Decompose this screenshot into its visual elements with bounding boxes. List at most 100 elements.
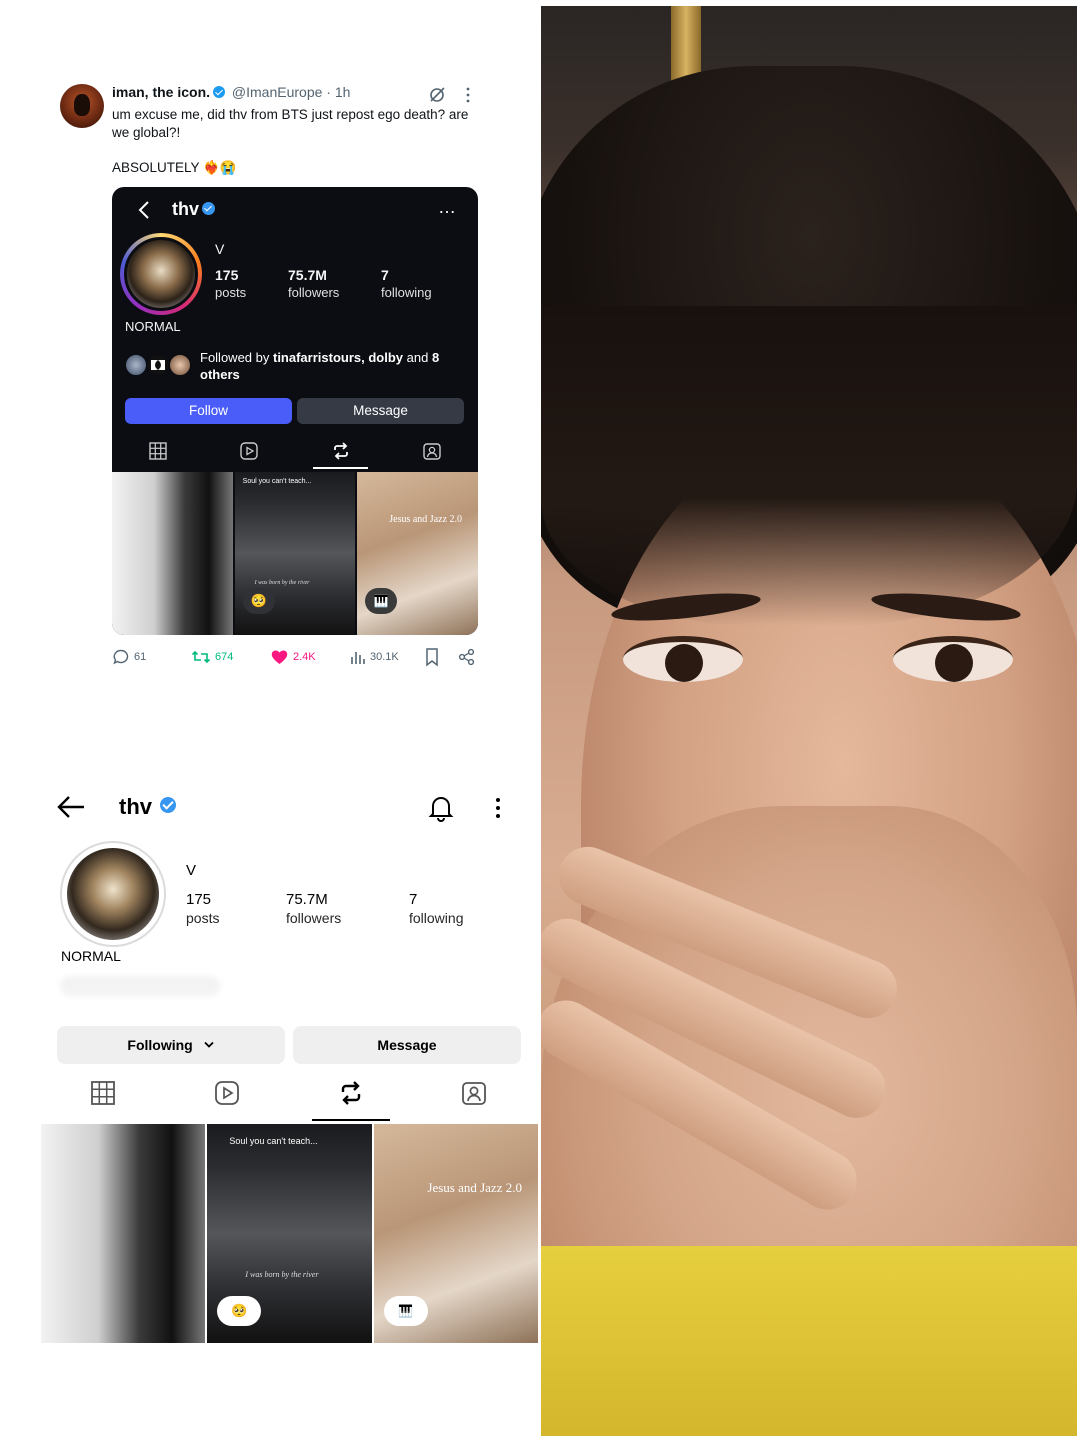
- tagged-icon: [423, 443, 441, 460]
- verified-badge-icon: [160, 797, 176, 813]
- bell-icon[interactable]: [428, 794, 454, 822]
- following-dropdown-button[interactable]: Following: [57, 1026, 285, 1064]
- piano-bubble: 🎹: [383, 1296, 428, 1326]
- tweet-header: iman, the icon. @ImanEurope · 1h: [112, 84, 350, 100]
- repost-thumbnail[interactable]: Soul you can't teach... I was born by th…: [207, 1124, 372, 1343]
- thumbnail-title: Jesus and Jazz 2.0: [389, 514, 463, 525]
- back-arrow-icon[interactable]: [56, 794, 86, 820]
- stat-posts[interactable]: 175 posts: [186, 890, 219, 928]
- share-icon[interactable]: [458, 647, 476, 667]
- stat-followers[interactable]: 75.7M followers: [286, 890, 341, 928]
- active-tab-indicator: [313, 467, 368, 469]
- profile-name: V: [215, 241, 225, 257]
- follower-avatar: [146, 353, 170, 377]
- profile-username-text: thv: [119, 794, 152, 819]
- active-tab-indicator: [312, 1119, 390, 1121]
- stat-label: following: [381, 285, 432, 300]
- tweet-text: um excuse me, did thv from BTS just repo…: [112, 107, 469, 140]
- tweet-author-avatar[interactable]: [60, 84, 104, 128]
- stat-following[interactable]: 7 following: [409, 890, 463, 928]
- repost-thumbnail[interactable]: [41, 1124, 206, 1343]
- instagram-profile-screen: thv V 175 posts 75.7M followers 7 follow…: [40, 780, 540, 1350]
- grid-icon[interactable]: [90, 1080, 116, 1106]
- repost-grid: Soul you can't teach... I was born by th…: [41, 1124, 538, 1343]
- repost-button[interactable]: 674: [191, 647, 233, 667]
- following-label: Following: [127, 1037, 193, 1053]
- grid-icon: [149, 442, 167, 460]
- embedded-profile-screenshot[interactable]: thv … V 175 posts 75.7M followers 7 foll…: [112, 187, 478, 635]
- embedded-username-text: thv: [172, 199, 199, 219]
- reply-icon: [113, 649, 129, 665]
- repost-count: 674: [215, 651, 234, 663]
- more-options-icon[interactable]: [460, 86, 476, 104]
- followed-by-suffix: others: [200, 367, 240, 382]
- reels-icon: [240, 442, 258, 460]
- profile-username: thv: [119, 794, 176, 820]
- reposts-icon: [334, 442, 348, 460]
- tweet-text-second-line: ABSOLUTELY ❤️‍🔥😭: [112, 160, 237, 175]
- more-dots-icon: …: [438, 197, 457, 217]
- profile-name: V: [186, 862, 197, 879]
- follower-avatar: [168, 353, 192, 377]
- like-button[interactable]: 2.4K: [270, 647, 316, 667]
- reply-button[interactable]: 61: [112, 647, 146, 667]
- grok-icon[interactable]: [428, 86, 446, 104]
- repost-thumbnail: Soul you can't teach... I was born by th…: [234, 472, 356, 635]
- thumbnail-caption: Soul you can't teach...: [229, 1136, 318, 1146]
- followed-by-names: tinafarristours, dolby: [272, 350, 404, 365]
- stat-label: followers: [286, 910, 342, 926]
- shirt-shape: [541, 1246, 1077, 1436]
- message-button: Message: [297, 398, 464, 424]
- stat-number: 7: [381, 267, 389, 283]
- repost-thumbnail: Jesus and Jazz 2.0 🎹: [357, 472, 478, 635]
- stat-number: 75.7M: [288, 267, 327, 283]
- repost-grid: Soul you can't teach... I was born by th…: [112, 472, 478, 635]
- tweet-display-name[interactable]: iman, the icon.: [112, 84, 210, 100]
- reposts-icon[interactable]: [338, 1080, 364, 1106]
- stat-number: 175: [186, 891, 212, 908]
- followed-by-text: Followed by tinafarristours, dolby and 8…: [200, 349, 460, 383]
- emoji-bubble: 🥺: [242, 588, 275, 614]
- thumbnail-caption: Soul you can't teach...: [242, 478, 312, 485]
- followed-by-and: and: [403, 350, 432, 365]
- piano-bubble: 🎹: [365, 588, 398, 614]
- portrait-photo: [541, 6, 1077, 1436]
- stat-label: posts: [215, 285, 247, 300]
- heart-icon: [271, 650, 288, 664]
- tweet-separator: ·: [326, 84, 331, 100]
- more-options-icon[interactable]: [490, 796, 506, 820]
- stat-number: 7: [409, 891, 418, 908]
- profile-bio: NORMAL: [125, 319, 181, 334]
- repost-icon: [191, 650, 211, 664]
- tweet-time[interactable]: 1h: [335, 84, 351, 100]
- eye-shape: [893, 636, 1013, 682]
- followed-by-count: 8: [431, 350, 440, 365]
- stat-label: following: [409, 910, 464, 926]
- stat-following: 7 following: [381, 267, 432, 301]
- repost-thumbnail[interactable]: Jesus and Jazz 2.0 🎹: [373, 1124, 538, 1343]
- embedded-username: thv: [172, 199, 215, 220]
- views-count: 30.1K: [370, 651, 399, 663]
- views-button[interactable]: 30.1K: [350, 647, 399, 667]
- profile-picture[interactable]: [67, 848, 159, 940]
- stat-label: followers: [288, 285, 340, 300]
- message-button[interactable]: Message: [293, 1026, 521, 1064]
- verified-badge-icon: [213, 86, 226, 98]
- like-count: 2.4K: [293, 651, 316, 663]
- thumbnail-title: Jesus and Jazz 2.0: [427, 1180, 522, 1195]
- tweet-actions: 61 674 2.4K 30.1K: [112, 647, 482, 667]
- tweet-handle[interactable]: @ImanEurope: [232, 84, 322, 100]
- stat-label: posts: [186, 910, 220, 926]
- blurred-followed-by: [60, 976, 220, 996]
- stat-followers: 75.7M followers: [288, 267, 339, 301]
- stat-number: 175: [215, 267, 239, 283]
- eye-shape: [623, 636, 743, 682]
- reels-icon[interactable]: [214, 1080, 240, 1106]
- followed-by-prefix: Followed by: [200, 350, 273, 365]
- follower-avatar: [124, 353, 148, 377]
- tagged-icon[interactable]: [461, 1080, 487, 1106]
- follow-button: Follow: [125, 398, 292, 424]
- emoji-bubble: 🥺: [217, 1296, 262, 1326]
- reply-count: 61: [134, 651, 147, 663]
- bookmark-icon[interactable]: [424, 647, 440, 667]
